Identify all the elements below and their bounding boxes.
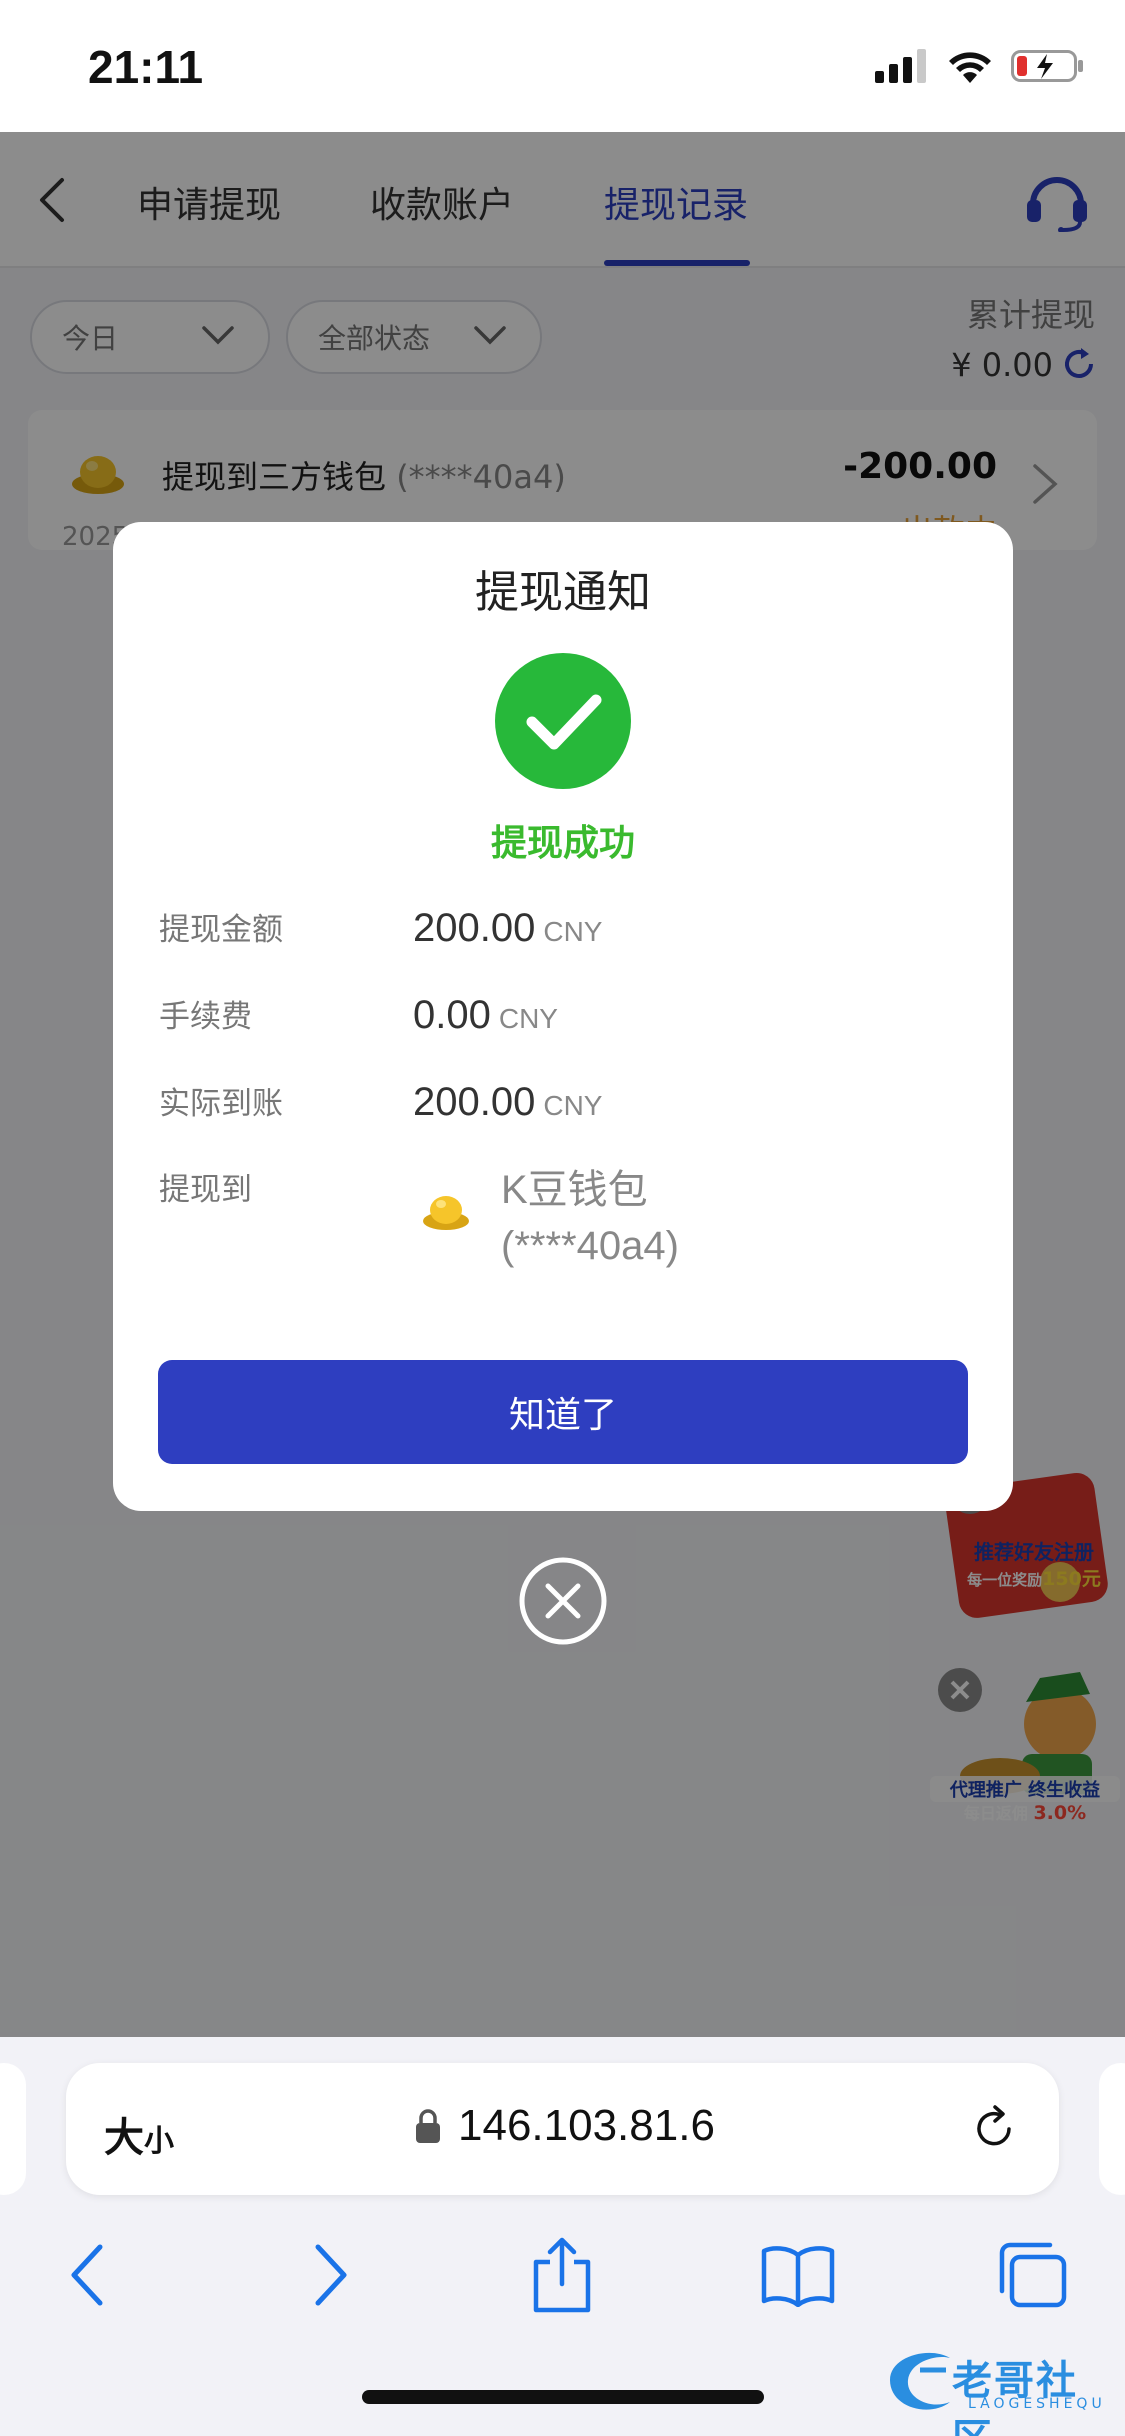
fee-number: 0.00 (413, 993, 491, 1037)
got-it-button[interactable]: 知道了 (158, 1360, 968, 1464)
share-icon (533, 2237, 591, 2313)
page-settings-big-glyph: 大 (104, 2115, 144, 2161)
page-settings-small-glyph: 小 (144, 2124, 174, 2159)
withdraw-amount-unit: CNY (543, 916, 603, 947)
watermark-subtext: LAOGESHEQU (968, 2396, 1106, 2412)
home-indicator[interactable] (362, 2390, 764, 2404)
actual-received-number: 200.00 (413, 1080, 536, 1124)
wifi-icon (949, 52, 991, 83)
book-icon (761, 2246, 835, 2307)
address-bar[interactable]: 大小 146.103.81.6 (66, 2063, 1059, 2195)
tabs-icon (999, 2242, 1067, 2308)
fee-value: 0.00 CNY (413, 993, 558, 1038)
withdraw-amount-label: 提现金额 (159, 912, 283, 948)
page-settings-button[interactable]: 大小 (104, 2105, 174, 2163)
status-icons (875, 48, 1085, 84)
wallet-account-text: (****40a4) (501, 1224, 679, 1268)
chevron-right-icon (315, 2244, 347, 2306)
gold-coin-icon (423, 1196, 469, 1230)
success-check-icon (495, 653, 631, 789)
url-text: 146.103.81.6 (458, 2101, 715, 2150)
cellular-signal-icon (875, 49, 926, 83)
modal-title: 提现通知 (475, 567, 651, 618)
withdraw-amount-value: 200.00 CNY (413, 906, 602, 951)
wallet-name: K豆钱包 (****40a4) (501, 1162, 679, 1274)
previous-tab-peek[interactable] (0, 2063, 26, 2195)
actual-received-label: 实际到账 (159, 1086, 283, 1122)
close-icon[interactable] (518, 1556, 608, 1646)
share-button[interactable] (522, 2235, 602, 2315)
reload-icon[interactable] (969, 2103, 1019, 2153)
tabs-button[interactable] (992, 2235, 1072, 2315)
withdraw-notice-modal: 提现通知 提现成功 提现金额 200.00 CNY 手续费 0.00 CNY 实际到… (113, 522, 1013, 1511)
bookmarks-button[interactable] (758, 2235, 838, 2315)
browser-back-button[interactable] (48, 2235, 128, 2315)
status-time: 21:11 (88, 41, 204, 93)
actual-received-unit: CNY (543, 1090, 603, 1121)
fee-label: 手续费 (159, 999, 252, 1035)
status-bar: 21:11 (0, 0, 1125, 132)
watermark-logo: 老哥社区 LAOGESHEQU (880, 2340, 1110, 2436)
wallet-name-text: K豆钱包 (501, 1168, 648, 1212)
watermark-text: 老哥社区 (952, 2358, 1078, 2436)
success-status-text: 提现成功 (490, 823, 635, 864)
browser-forward-button[interactable] (290, 2235, 370, 2315)
withdraw-amount-number: 200.00 (413, 906, 536, 950)
actual-received-value: 200.00 CNY (413, 1080, 602, 1125)
fee-unit: CNY (498, 1003, 558, 1034)
withdraw-to-label: 提现到 (159, 1172, 252, 1208)
lock-icon (416, 2109, 440, 2143)
chevron-left-icon (71, 2244, 103, 2306)
next-tab-peek[interactable] (1099, 2063, 1125, 2195)
battery-charging-icon (1011, 50, 1083, 82)
